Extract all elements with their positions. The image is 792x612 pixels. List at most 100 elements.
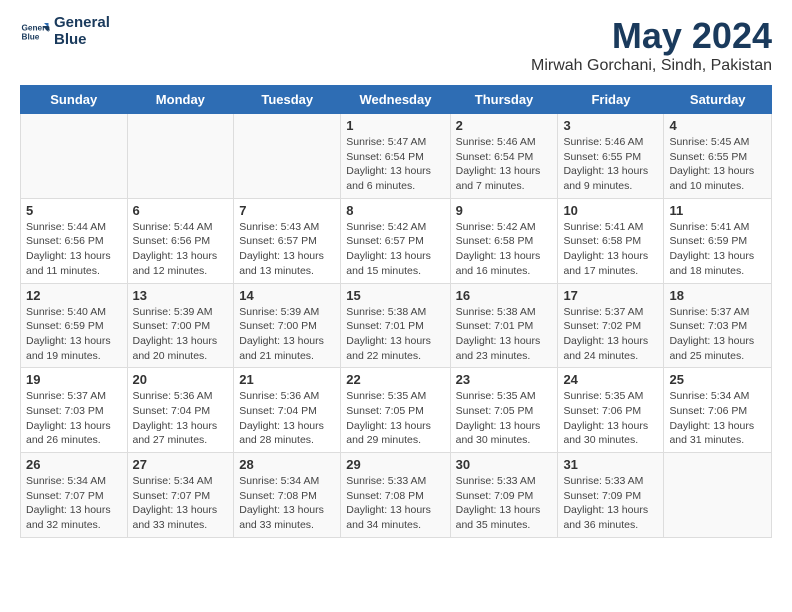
day-info: Sunrise: 5:35 AM Sunset: 7:06 PM Dayligh… [563,389,658,448]
day-info: Sunrise: 5:36 AM Sunset: 7:04 PM Dayligh… [133,389,229,448]
calendar-cell: 17 Sunrise: 5:37 AM Sunset: 7:02 PM Dayli… [558,283,664,368]
calendar-cell: 10 Sunrise: 5:41 AM Sunset: 6:58 PM Dayli… [558,198,664,283]
day-info: Sunrise: 5:34 AM Sunset: 7:06 PM Dayligh… [669,389,766,448]
col-monday: Monday [127,86,234,114]
calendar-cell: 28Sunrise: 5:34 AM Sunset: 7:08 PM Dayli… [234,453,341,538]
day-number: 18 [669,288,766,303]
calendar-cell: 1 Sunrise: 5:47 AM Sunset: 6:54 PM Daylig… [341,114,450,199]
calendar-cell: 22 Sunrise: 5:35 AM Sunset: 7:05 PM Dayli… [341,368,450,453]
logo-icon: General Blue [20,17,50,47]
calendar-cell: 16 Sunrise: 5:38 AM Sunset: 7:01 PM Dayli… [450,283,558,368]
day-info: Sunrise: 5:36 AM Sunset: 7:04 PM Dayligh… [239,389,335,448]
calendar-week-1: 1 Sunrise: 5:47 AM Sunset: 6:54 PM Daylig… [21,114,772,199]
calendar-header: Sunday Monday Tuesday Wednesday Thursday… [21,86,772,114]
calendar-table: Sunday Monday Tuesday Wednesday Thursday… [20,85,772,538]
day-info: Sunrise: 5:34 AM Sunset: 7:07 PM Dayligh… [26,474,122,533]
calendar-cell: 13 Sunrise: 5:39 AM Sunset: 7:00 PM Dayli… [127,283,234,368]
day-number: 4 [669,118,766,133]
day-info: Sunrise: 5:42 AM Sunset: 6:58 PM Dayligh… [456,220,553,279]
logo: General Blue General Blue [20,15,110,48]
day-info: Sunrise: 5:35 AM Sunset: 7:05 PM Dayligh… [456,389,553,448]
col-tuesday: Tuesday [234,86,341,114]
day-info: Sunrise: 5:41 AM Sunset: 6:58 PM Dayligh… [563,220,658,279]
calendar-cell: 8 Sunrise: 5:42 AM Sunset: 6:57 PM Daylig… [341,198,450,283]
calendar-cell: 26 Sunrise: 5:34 AM Sunset: 7:07 PM Dayli… [21,453,128,538]
day-number: 20 [133,372,229,387]
day-number: 27 [133,457,229,472]
location-subtitle: Mirwah Gorchani, Sindh, Pakistan [531,57,772,75]
day-number: 12 [26,288,122,303]
day-number: 3 [563,118,658,133]
day-info: Sunrise: 5:38 AM Sunset: 7:01 PM Dayligh… [346,305,444,364]
day-info: Sunrise: 5:39 AM Sunset: 7:00 PM Dayligh… [133,305,229,364]
day-number: 25 [669,372,766,387]
day-number: 22 [346,372,444,387]
col-wednesday: Wednesday [341,86,450,114]
calendar-cell: 29 Sunrise: 5:33 AM Sunset: 7:08 PM Dayli… [341,453,450,538]
day-number: 29 [346,457,444,472]
calendar-week-2: 5Sunrise: 5:44 AM Sunset: 6:56 PM Daylig… [21,198,772,283]
day-info: Sunrise: 5:35 AM Sunset: 7:05 PM Dayligh… [346,389,444,448]
header-row: Sunday Monday Tuesday Wednesday Thursday… [21,86,772,114]
calendar-week-3: 12Sunrise: 5:40 AM Sunset: 6:59 PM Dayli… [21,283,772,368]
day-number: 7 [239,203,335,218]
day-number: 2 [456,118,553,133]
calendar-cell: 11Sunrise: 5:41 AM Sunset: 6:59 PM Dayli… [664,198,772,283]
day-number: 17 [563,288,658,303]
day-number: 14 [239,288,335,303]
col-friday: Friday [558,86,664,114]
day-number: 21 [239,372,335,387]
calendar-cell: 23 Sunrise: 5:35 AM Sunset: 7:05 PM Dayli… [450,368,558,453]
calendar-cell: 31 Sunrise: 5:33 AM Sunset: 7:09 PM Dayli… [558,453,664,538]
calendar-cell: 30 Sunrise: 5:33 AM Sunset: 7:09 PM Dayli… [450,453,558,538]
day-number: 10 [563,203,658,218]
col-thursday: Thursday [450,86,558,114]
day-info: Sunrise: 5:34 AM Sunset: 7:07 PM Dayligh… [133,474,229,533]
day-info: Sunrise: 5:33 AM Sunset: 7:09 PM Dayligh… [563,474,658,533]
day-number: 19 [26,372,122,387]
page-container: General Blue General Blue May 2024 Mirwa… [0,0,792,553]
day-number: 8 [346,203,444,218]
calendar-cell: 14 Sunrise: 5:39 AM Sunset: 7:00 PM Dayli… [234,283,341,368]
day-number: 24 [563,372,658,387]
day-info: Sunrise: 5:37 AM Sunset: 7:03 PM Dayligh… [26,389,122,448]
day-info: Sunrise: 5:47 AM Sunset: 6:54 PM Dayligh… [346,135,444,194]
calendar-cell: 27 Sunrise: 5:34 AM Sunset: 7:07 PM Dayli… [127,453,234,538]
calendar-cell: 5Sunrise: 5:44 AM Sunset: 6:56 PM Daylig… [21,198,128,283]
day-info: Sunrise: 5:45 AM Sunset: 6:55 PM Dayligh… [669,135,766,194]
day-info: Sunrise: 5:33 AM Sunset: 7:08 PM Dayligh… [346,474,444,533]
header: General Blue General Blue May 2024 Mirwa… [20,15,772,75]
day-number: 5 [26,203,122,218]
day-number: 30 [456,457,553,472]
title-block: May 2024 Mirwah Gorchani, Sindh, Pakista… [531,15,772,75]
calendar-cell [127,114,234,199]
calendar-cell: 12Sunrise: 5:40 AM Sunset: 6:59 PM Dayli… [21,283,128,368]
day-info: Sunrise: 5:34 AM Sunset: 7:08 PM Dayligh… [239,474,335,533]
col-sunday: Sunday [21,86,128,114]
calendar-cell: 19 Sunrise: 5:37 AM Sunset: 7:03 PM Dayli… [21,368,128,453]
calendar-cell: 21 Sunrise: 5:36 AM Sunset: 7:04 PM Dayli… [234,368,341,453]
day-number: 23 [456,372,553,387]
calendar-cell: 4 Sunrise: 5:45 AM Sunset: 6:55 PM Daylig… [664,114,772,199]
day-number: 13 [133,288,229,303]
day-info: Sunrise: 5:38 AM Sunset: 7:01 PM Dayligh… [456,305,553,364]
day-number: 9 [456,203,553,218]
calendar-week-4: 19 Sunrise: 5:37 AM Sunset: 7:03 PM Dayli… [21,368,772,453]
calendar-cell: 9 Sunrise: 5:42 AM Sunset: 6:58 PM Daylig… [450,198,558,283]
day-info: Sunrise: 5:41 AM Sunset: 6:59 PM Dayligh… [669,220,766,279]
calendar-cell [234,114,341,199]
day-info: Sunrise: 5:37 AM Sunset: 7:03 PM Dayligh… [669,305,766,364]
day-number: 31 [563,457,658,472]
day-info: Sunrise: 5:42 AM Sunset: 6:57 PM Dayligh… [346,220,444,279]
day-info: Sunrise: 5:39 AM Sunset: 7:00 PM Dayligh… [239,305,335,364]
day-number: 1 [346,118,444,133]
day-info: Sunrise: 5:37 AM Sunset: 7:02 PM Dayligh… [563,305,658,364]
day-info: Sunrise: 5:33 AM Sunset: 7:09 PM Dayligh… [456,474,553,533]
calendar-cell: 3 Sunrise: 5:46 AM Sunset: 6:55 PM Daylig… [558,114,664,199]
calendar-cell: 18 Sunrise: 5:37 AM Sunset: 7:03 PM Dayli… [664,283,772,368]
day-number: 6 [133,203,229,218]
col-saturday: Saturday [664,86,772,114]
day-info: Sunrise: 5:46 AM Sunset: 6:55 PM Dayligh… [563,135,658,194]
day-number: 26 [26,457,122,472]
day-number: 16 [456,288,553,303]
